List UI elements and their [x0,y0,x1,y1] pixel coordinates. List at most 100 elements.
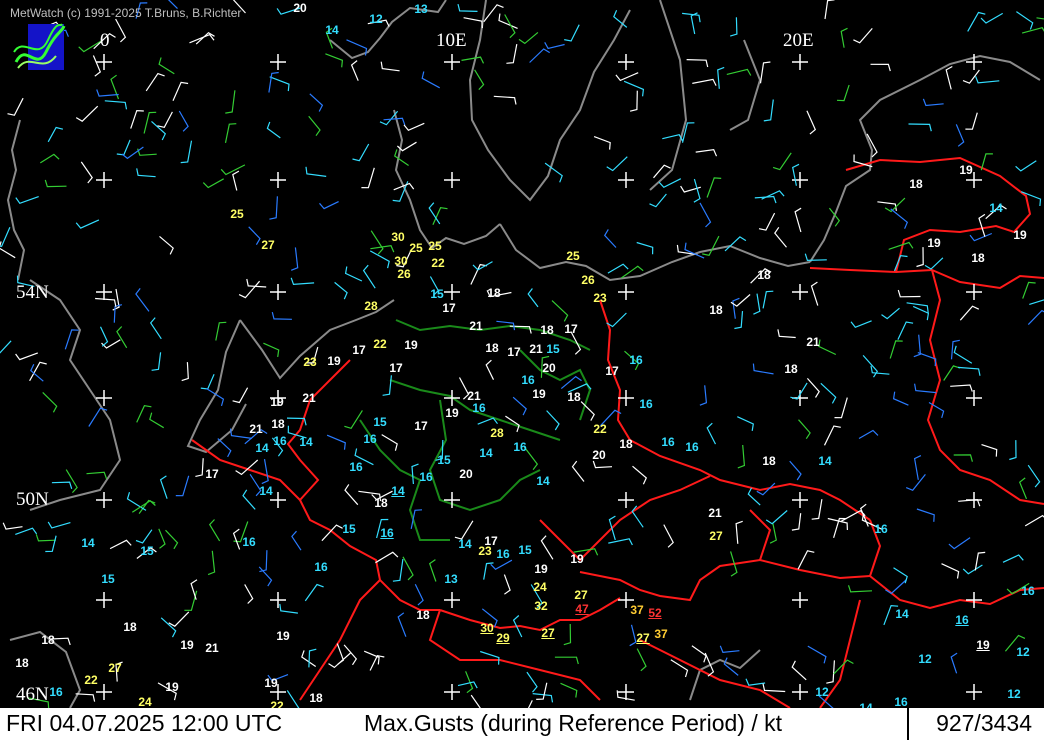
wind-barb [769,523,777,544]
wind-barb [414,583,424,606]
wind-barb [955,124,965,147]
wind-barb [804,253,827,262]
wind-barb [699,202,712,228]
wind-barb [92,55,102,77]
wind-barb [544,42,565,50]
wind-barb [916,508,935,522]
wind-barb [608,515,616,541]
grid-cross [966,592,982,608]
national-borders [191,156,1044,708]
wind-barb [178,110,189,132]
gust-value: 19 [445,406,459,420]
wind-barb [862,355,879,378]
wind-barb [0,226,11,248]
wind-barb [735,520,743,544]
gust-value: 25 [230,207,244,221]
gust-value: 18 [971,251,985,265]
wind-barb [765,510,788,525]
wind-barb [686,59,709,68]
gust-value: 18 [619,437,633,451]
wind-barb [380,61,400,72]
wind-barb [47,521,71,529]
wind-barb [470,263,488,285]
gust-value: 21 [469,319,483,333]
wind-barb [291,530,302,551]
wind-barb [180,140,193,164]
wind-barb [823,425,841,446]
wind-barb [730,17,738,37]
wind-barb [544,162,563,183]
gust-value: 19 [532,387,546,401]
grid-cross [270,172,286,188]
wind-barb [149,317,162,340]
gust-value: 27 [108,661,122,675]
grid-cross [444,284,460,300]
wind-barb [344,484,359,506]
wind-barb [136,168,156,178]
map-canvas[interactable] [0,0,1044,708]
wind-barb [858,429,879,440]
grid-cross [618,284,634,300]
wind-barb [527,700,533,708]
gust-value: 12 [1016,645,1030,659]
wind-barb [692,78,717,86]
gust-value: 21 [708,506,722,520]
gust-value: 37 [654,627,668,641]
wind-barb [540,535,554,560]
gust-value: 17 [564,322,578,336]
wind-barb [953,454,973,462]
gust-value: 27 [709,529,723,543]
grid-label: 46N [16,684,49,705]
gust-value: 15 [518,543,532,557]
wind-barb [636,241,654,255]
gust-value: 14 [391,484,405,498]
wind-barb [824,0,835,20]
wind-barb [649,193,667,208]
wind-barb [807,645,827,664]
wind-barb [753,293,761,315]
wind-barb [157,111,173,128]
wind-barb [536,682,548,700]
gust-value: 19 [165,680,179,694]
wind-barb [104,100,128,110]
wind-barb [737,444,746,469]
wind-barb [220,164,246,176]
wind-barb [200,373,215,390]
gust-value: 18 [762,454,776,468]
wind-barb [151,352,162,371]
gust-value: 19 [180,638,194,652]
wind-barb [480,650,500,665]
wind-barb [325,53,344,68]
wind-barb [950,652,958,674]
gust-value: 17 [442,301,456,315]
wind-barb [286,690,300,708]
gust-value: 18 [909,177,923,191]
gust-value: 18 [540,323,554,337]
wind-barb [912,305,930,321]
wind-barb [1021,27,1044,34]
gust-value: 19 [270,395,284,409]
gust-value: 18 [123,620,137,634]
wind-barb [392,558,404,582]
wind-barb [608,538,633,546]
gust-value: 19 [959,163,973,177]
gust-value: 22 [84,673,98,687]
parameter-label: Max.Gusts (during Reference Period) / kt [364,710,782,736]
wind-barb [834,397,848,419]
wind-barb [1027,464,1041,488]
wind-barb [35,534,56,542]
gust-value: 28 [364,299,378,313]
wind-barb [789,460,802,481]
wind-barb [980,12,1003,24]
gust-value: 18 [374,496,388,510]
wind-barb [44,179,67,188]
wind-barb [78,40,102,53]
gust-value: 18 [487,286,501,300]
wind-barb [232,528,241,550]
wind-barb [892,391,909,406]
gust-value: 19 [1013,228,1027,242]
wind-barb [232,387,249,404]
wind-barb [606,312,627,328]
wind-barb [352,143,370,162]
grid-cross [618,492,634,508]
